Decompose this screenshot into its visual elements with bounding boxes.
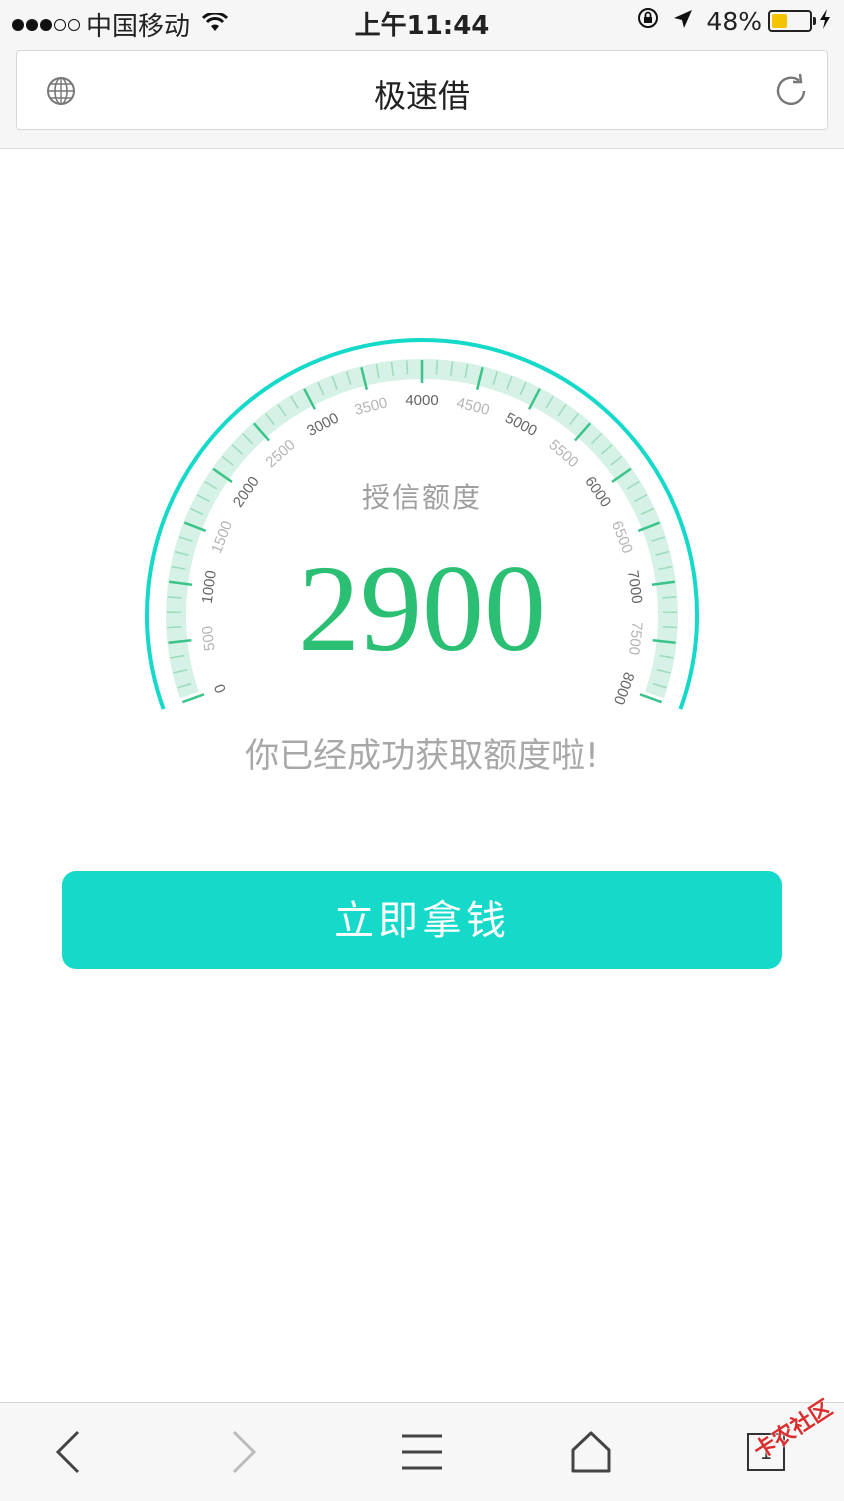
reload-icon[interactable] xyxy=(771,71,811,115)
browser-address-area: 极速借 xyxy=(0,44,844,149)
location-arrow-icon xyxy=(672,7,694,36)
gauge-minor-tick xyxy=(436,360,437,374)
credit-gauge: 0500100015002000250030003500400045005000… xyxy=(0,300,844,820)
home-icon[interactable] xyxy=(566,1427,616,1477)
gauge-tick-label: 5000 xyxy=(502,409,539,439)
page-title: 极速借 xyxy=(17,71,827,117)
menu-icon[interactable] xyxy=(397,1427,447,1477)
back-icon[interactable] xyxy=(44,1427,94,1477)
credit-limit-label: 授信额度 xyxy=(0,476,844,516)
charging-bolt-icon xyxy=(818,7,832,36)
gauge-minor-tick xyxy=(407,360,408,374)
battery-percent: 48% xyxy=(706,7,762,36)
battery-icon xyxy=(768,10,812,32)
gauge-tick-label: 4000 xyxy=(405,392,438,409)
success-message: 你已经成功获取额度啦! xyxy=(0,728,844,777)
browser-toolbar: 1 xyxy=(0,1402,844,1501)
gauge-tick-label: 3500 xyxy=(353,394,389,418)
address-bar[interactable]: 极速借 xyxy=(16,50,828,130)
gauge-tick-label: 3000 xyxy=(304,409,341,439)
get-money-button[interactable]: 立即拿钱 xyxy=(62,871,782,969)
gauge-tick-label: 0 xyxy=(211,682,230,696)
forward-icon[interactable] xyxy=(218,1427,268,1477)
status-right: 48% xyxy=(636,6,832,36)
gauge-tick-label: 8000 xyxy=(610,670,637,707)
gauge-tick-label: 2500 xyxy=(262,436,298,471)
gauge-tick-label: 4500 xyxy=(455,394,491,418)
gauge-tick-label: 5500 xyxy=(545,436,581,471)
orientation-lock-icon xyxy=(636,6,660,36)
status-bar: 中国移动 上午11:44 48% xyxy=(0,0,844,44)
credit-limit-value: 2900 xyxy=(0,544,844,674)
